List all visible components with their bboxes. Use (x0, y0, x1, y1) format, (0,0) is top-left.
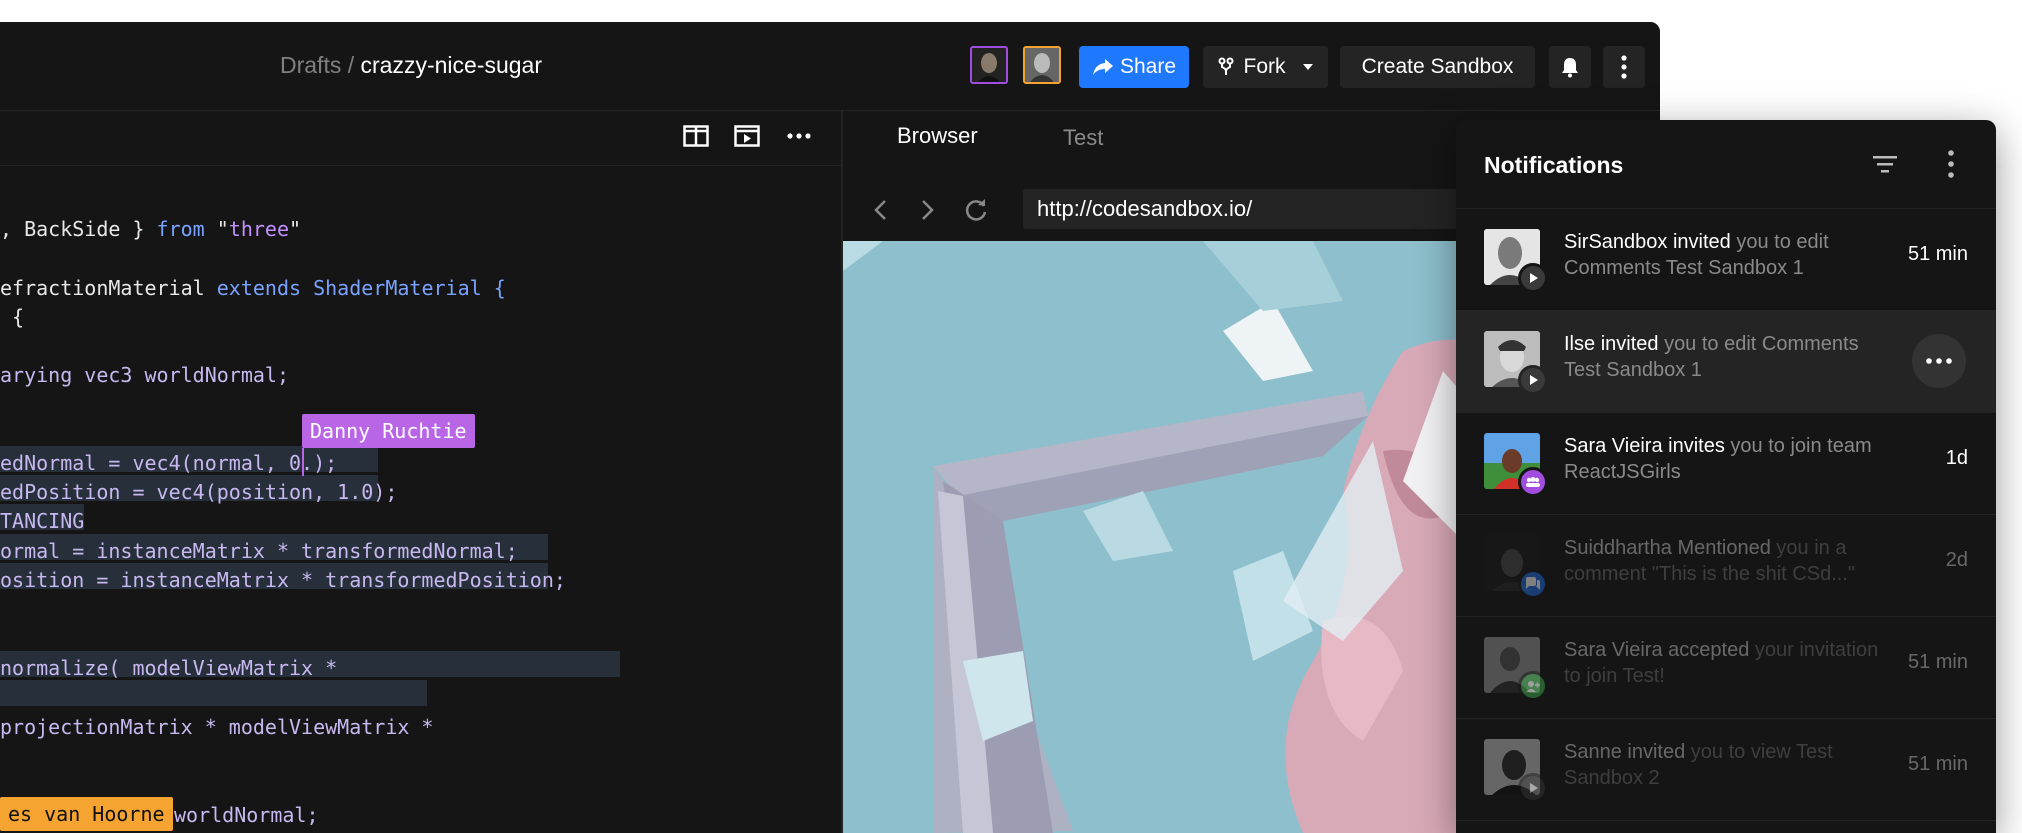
notification-time: 51 min (1907, 651, 1968, 673)
notification-options-button[interactable] (1912, 334, 1966, 388)
fork-button[interactable]: Fork (1203, 46, 1328, 88)
breadcrumb-separator: / (341, 52, 361, 78)
notification-item[interactable]: Sara Vieira invites you to join team Rea… (1456, 413, 1996, 515)
collaborator-cursor-label: Danny Ruchtie (302, 414, 475, 448)
breadcrumb: Drafts / crazzy-nice-sugar (280, 52, 542, 79)
code-line: osition = instanceMatrix * transformedPo… (0, 568, 566, 592)
horizontal-dots-icon[interactable] (787, 133, 811, 139)
top-bar: Drafts / crazzy-nice-sugar Share Fork Cr… (0, 22, 1660, 111)
create-sandbox-label: Create Sandbox (1361, 55, 1514, 78)
split-view-icon[interactable] (683, 125, 709, 147)
play-badge-icon (1518, 773, 1548, 803)
collaborator-caret (302, 448, 304, 476)
notification-text: Sara Vieira invites you to join team Rea… (1564, 435, 1872, 483)
avatar-photo-1 (972, 48, 1006, 82)
code-line: edNormal = vec4(normal, 0.); (0, 451, 338, 475)
editor-toolbar (0, 111, 841, 166)
team-badge-icon (1518, 467, 1548, 497)
notification-item[interactable]: Sara Vieira accepted your invitation to … (1456, 617, 1996, 719)
code-line: TANCING (0, 509, 85, 533)
tab-browser[interactable]: Browser (897, 123, 978, 149)
notifications-title: Notifications (1484, 152, 1624, 178)
fork-icon (1218, 57, 1233, 75)
code-line: , BackSide } from "three" (0, 217, 302, 241)
more-menu-button[interactable] (1603, 46, 1645, 88)
code-line: projectionMatrix * modelViewMatrix * (0, 715, 434, 739)
forward-arrow-icon[interactable] (921, 199, 935, 221)
share-button[interactable]: Share (1079, 46, 1189, 88)
accepted-badge-icon (1518, 671, 1548, 701)
back-arrow-icon[interactable] (873, 199, 887, 221)
breadcrumb-parent[interactable]: Drafts (280, 52, 341, 78)
create-sandbox-button[interactable]: Create Sandbox (1340, 46, 1535, 88)
notification-item[interactable]: SirSandbox invited you to edit Comments … (1456, 209, 1996, 311)
notification-item[interactable]: Sanne invited you to view Test Sandbox 2… (1456, 719, 1996, 821)
comment-badge-icon (1518, 569, 1548, 599)
share-arrow-icon (1092, 59, 1113, 75)
collaborator-avatar-2[interactable] (1023, 46, 1061, 84)
notification-item[interactable]: Suiddhartha Mentioned you in a comment "… (1456, 515, 1996, 617)
code-line: ormal = instanceMatrix * transformedNorm… (0, 539, 518, 563)
filter-icon[interactable] (1872, 154, 1898, 174)
code-line: normalize( modelViewMatrix * (0, 656, 338, 680)
play-badge-icon (1518, 263, 1548, 293)
code-editor[interactable]: , BackSide } from "three" efractionMater… (0, 165, 841, 833)
refresh-icon[interactable] (963, 197, 989, 223)
collaborator-cursor-label: es van Hoorne (0, 797, 173, 831)
chevron-down-icon (1302, 64, 1313, 70)
editor-window: Drafts / crazzy-nice-sugar Share Fork Cr… (0, 22, 1660, 833)
notification-text: Sanne invited you to view Test Sandbox 2 (1564, 741, 1833, 789)
code-line: { (0, 305, 25, 329)
collaborator-avatar-1[interactable] (970, 46, 1008, 84)
horizontal-dots-icon (1926, 358, 1952, 364)
notification-time: 1d (1945, 447, 1968, 469)
code-line: arying vec3 worldNormal; (0, 363, 289, 387)
preview-window-icon[interactable] (734, 125, 760, 147)
selection-highlight (0, 680, 427, 706)
fork-label: Fork (1243, 55, 1286, 78)
vertical-dots-icon (1621, 55, 1627, 79)
notification-item[interactable]: Ilse invited you to edit Comments Test S… (1456, 311, 1996, 413)
notification-time: 2d (1945, 549, 1968, 571)
notification-text: SirSandbox invited you to edit Comments … (1564, 231, 1829, 279)
tab-test[interactable]: Test (1063, 125, 1103, 151)
notifications-panel: Notifications SirSandbox invited you to … (1456, 120, 1996, 833)
bell-icon (1562, 58, 1578, 78)
notification-text: Suiddhartha Mentioned you in a comment "… (1564, 537, 1855, 585)
notifications-bell-button[interactable] (1549, 46, 1591, 88)
code-line: worldNormal; (174, 803, 319, 827)
avatar-photo-2 (1025, 48, 1059, 82)
notification-text: Ilse invited you to edit Comments Test S… (1564, 333, 1859, 381)
sandbox-name[interactable]: crazzy-nice-sugar (361, 52, 543, 78)
code-line: efractionMaterial extends ShaderMaterial… (0, 276, 506, 300)
notification-time: 51 min (1907, 243, 1968, 265)
notifications-header: Notifications (1456, 120, 1996, 209)
notification-text: Sara Vieira accepted your invitation to … (1564, 639, 1879, 687)
share-label: Share (1119, 55, 1177, 78)
vertical-dots-icon[interactable] (1948, 150, 1954, 178)
notification-time: 51 min (1907, 753, 1968, 775)
play-badge-icon (1518, 365, 1548, 395)
code-line: edPosition = vec4(position, 1.0); (0, 480, 398, 504)
